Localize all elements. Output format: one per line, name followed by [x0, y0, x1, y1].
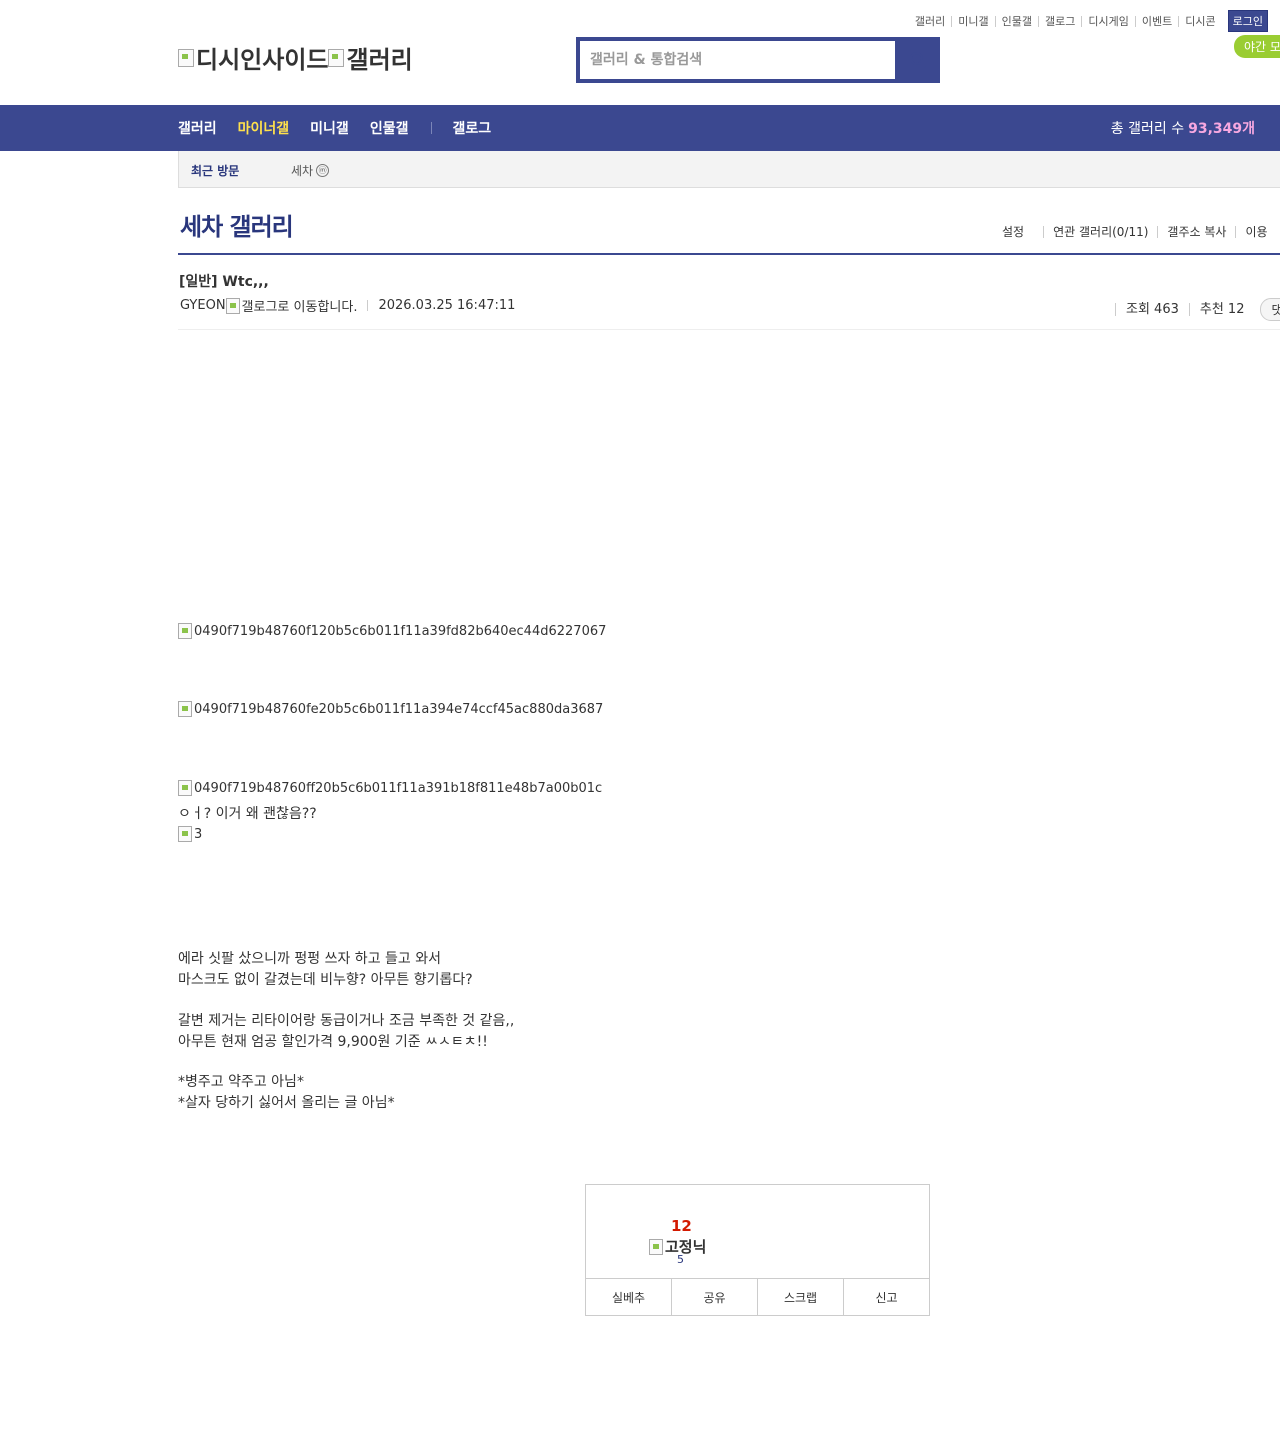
- night-mode-toggle[interactable]: 야간 모: [1234, 35, 1280, 58]
- post-image[interactable]: 0490f719b48760ff20b5c6b011f11a391b18f811…: [178, 780, 602, 796]
- minor-gallery-icon: ⓜ: [316, 164, 330, 177]
- top-link-gallog[interactable]: 갤로그: [1038, 15, 1081, 27]
- comment-button[interactable]: 댓: [1260, 298, 1280, 321]
- view-count: 조회 463: [1115, 303, 1189, 316]
- logo-gallery[interactable]: 갤러리: [328, 40, 413, 75]
- post-text-line: *병주고 약주고 아님*: [178, 1074, 304, 1090]
- nav-divider: [431, 122, 433, 134]
- top-link-event[interactable]: 이벤트: [1134, 15, 1178, 27]
- total-value: 93,349개: [1188, 121, 1255, 137]
- nav-mini-gallery[interactable]: 미니갤: [310, 118, 349, 138]
- post-text-line: *살자 당하기 싫어서 올리는 글 아님*: [178, 1095, 395, 1111]
- top-link-dcon[interactable]: 디시콘: [1178, 15, 1221, 27]
- broken-image-icon: [178, 701, 192, 717]
- post-text-line: ㅇㅓ? 이거 왜 괜찮음??: [178, 806, 317, 822]
- search-icon: [910, 52, 926, 68]
- post-meta: GYEON 갤로그로 이동합니다. 2026.03.25 16:47:11: [180, 296, 515, 315]
- post-text-line: 아무튼 현재 엄공 할인가격 9,900원 기준 ㅆㅅㅌㅊ!!: [178, 1034, 488, 1050]
- search-box: [576, 37, 940, 83]
- recommend-total: 12: [671, 1217, 692, 1235]
- top-link-game[interactable]: 디시게임: [1081, 15, 1134, 27]
- total-gallery-count: 총 갤러리 수 93,349개: [1111, 105, 1255, 151]
- search-button[interactable]: [896, 37, 940, 83]
- recent-item[interactable]: 세차 ⓜ: [291, 162, 330, 179]
- post-body-text: 에라 싯팔 샀으니까 펑펑 쓰자 하고 들고 와서 마스크도 없이 갈겼는데 비…: [178, 949, 514, 1114]
- nav-person-gallery[interactable]: 인물갤: [370, 118, 409, 138]
- recent-visits-bar: 최근 방문 세차 ⓜ: [178, 151, 1280, 188]
- post-date: 2026.03.25 16:47:11: [378, 298, 516, 313]
- nav-gallery[interactable]: 갤러리: [178, 118, 217, 138]
- broken-image-icon: [178, 48, 194, 67]
- broken-image-icon: [328, 48, 345, 67]
- gallery-tools: 설정 연관 갤러리(0/11) 갤주소 복사 이용: [1000, 226, 1277, 238]
- gallery-title[interactable]: 세차 갤러리: [180, 207, 294, 242]
- broken-image-icon: [178, 780, 192, 796]
- report-button[interactable]: 신고: [843, 1279, 929, 1316]
- search-input[interactable]: [580, 41, 895, 79]
- top-link-person[interactable]: 인물갤: [994, 15, 1038, 27]
- top-links: 갤러리 미니갤 인물갤 갤로그 디시게임 이벤트 디시콘 로그인: [909, 10, 1268, 32]
- real-best-button[interactable]: 실베추: [586, 1279, 671, 1316]
- recent-label[interactable]: 최근 방문: [191, 162, 239, 179]
- total-label: 총 갤러리 수: [1110, 121, 1185, 137]
- post-text-line: 에라 싯팔 샀으니까 펑펑 쓰자 하고 들고 와서: [178, 951, 441, 967]
- fixed-nick-count: 5: [677, 1253, 684, 1266]
- scrap-button[interactable]: 스크랩: [757, 1279, 843, 1316]
- post-image[interactable]: 0490f719b48760fe20b5c6b011f11a394e74ccf4…: [178, 701, 603, 717]
- post-text-line: [178, 991, 514, 1011]
- login-button[interactable]: 로그인: [1227, 10, 1268, 32]
- title-divider: [178, 253, 1280, 255]
- top-link-gallery[interactable]: 갤러리: [909, 16, 951, 27]
- main-nav: 갤러리 마이너갤 미니갤 인물갤 갤로그 총 갤러리 수 93,349개: [0, 105, 1280, 151]
- post-text-line: [178, 1053, 514, 1072]
- broken-image-icon: [178, 623, 192, 639]
- broken-image-icon: [178, 826, 192, 842]
- logo-site[interactable]: 디시인사이드: [178, 40, 328, 75]
- share-button[interactable]: 공유: [671, 1279, 757, 1316]
- post-writer[interactable]: GYEON 갤로그로 이동합니다.: [180, 296, 357, 315]
- meta-divider: [367, 300, 369, 311]
- nav-gallog[interactable]: 갤로그: [452, 118, 491, 138]
- copy-address-button[interactable]: 갤주소 복사: [1157, 226, 1235, 238]
- post-stats: 조회 463 추천 12 댓: [1115, 298, 1280, 321]
- related-gallery-button[interactable]: 연관 갤러리(0/11): [1043, 226, 1157, 238]
- post-divider: [178, 329, 1280, 330]
- post-image[interactable]: 3: [178, 826, 202, 842]
- settings-button[interactable]: 설정: [1000, 226, 1033, 238]
- nav-minor-gallery[interactable]: 마이너갤: [238, 118, 290, 138]
- top-link-mini[interactable]: 미니갤: [951, 15, 994, 27]
- gallog-link[interactable]: 갤로그로 이동합니다.: [225, 296, 357, 315]
- site-logo[interactable]: 디시인사이드 갤러리: [178, 40, 413, 75]
- usage-button[interactable]: 이용: [1235, 226, 1276, 238]
- post-title: [일반] Wtc,,,: [179, 274, 269, 290]
- recommend-actions: 실베추 공유 스크랩 신고: [586, 1278, 929, 1316]
- recommend-box: 12 고정닉 5 실베추 공유 스크랩 신고: [585, 1184, 930, 1316]
- broken-image-icon: [225, 297, 240, 314]
- recommend-count: 추천 12: [1188, 303, 1255, 316]
- post-image[interactable]: 0490f719b48760f120b5c6b011f11a39fd82b640…: [178, 623, 606, 639]
- broken-image-icon: [649, 1238, 663, 1255]
- post-text-line: 갈변 제거는 리타이어랑 동급이거나 조금 부족한 것 같음,,: [178, 1013, 515, 1029]
- post-text-line: 마스크도 없이 갈겼는데 비누향? 아무튼 향기롭다?: [178, 972, 473, 988]
